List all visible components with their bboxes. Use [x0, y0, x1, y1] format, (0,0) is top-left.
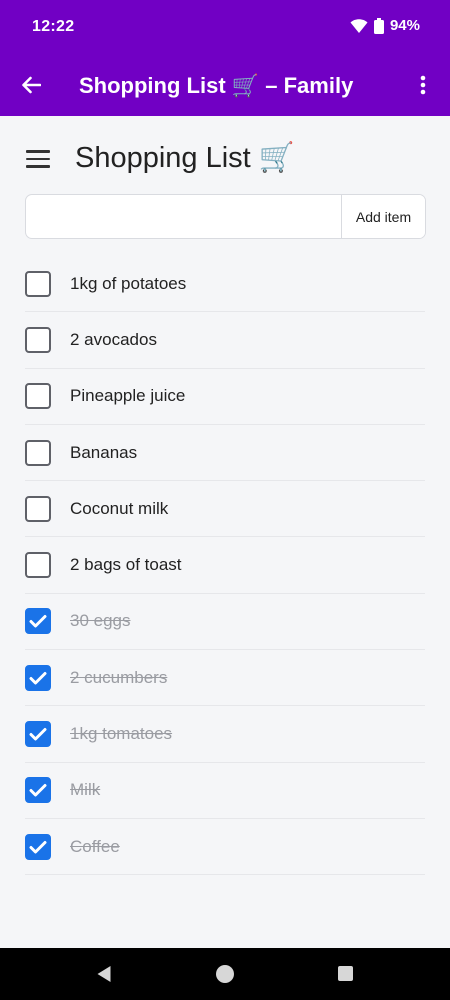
item-label: 2 bags of toast — [70, 555, 182, 575]
item-label: Bananas — [70, 442, 138, 462]
system-nav-bar — [0, 948, 450, 1000]
arrow-left-icon — [22, 76, 41, 94]
battery-icon — [373, 17, 384, 34]
add-item-button[interactable]: Add item — [341, 195, 425, 238]
checkbox-checked[interactable] — [25, 721, 51, 748]
more-options-button[interactable] — [406, 68, 440, 102]
checkmark-icon — [29, 615, 47, 628]
app-bar: Shopping List 🛒 – Family — [0, 54, 450, 116]
list-item[interactable]: 1kg of potatoes — [25, 256, 425, 313]
item-label: 2 cucumbers — [70, 667, 168, 687]
list-item[interactable]: 2 avocados — [25, 312, 425, 369]
item-label: 30 eggs — [70, 611, 131, 631]
checkbox[interactable] — [25, 439, 51, 466]
list-item[interactable]: 2 bags of toast — [25, 537, 425, 594]
list-item[interactable]: 2 cucumbers — [25, 650, 425, 707]
item-label: Pineapple juice — [70, 386, 186, 406]
checkbox[interactable] — [25, 383, 51, 410]
new-item-input[interactable] — [26, 195, 341, 238]
list-item[interactable]: Coconut milk — [25, 481, 425, 538]
battery-percent: 94% — [389, 17, 420, 34]
wifi-icon — [350, 18, 368, 33]
checkbox[interactable] — [25, 270, 51, 297]
item-label: Milk — [70, 780, 101, 800]
checkmark-icon — [29, 840, 47, 854]
list-item[interactable]: Pineapple juice — [25, 369, 425, 425]
checkbox[interactable] — [25, 552, 51, 579]
status-time: 12:22 — [32, 18, 75, 35]
nav-home-button[interactable] — [216, 965, 234, 983]
list-item[interactable]: 1kg tomatoes — [25, 706, 425, 763]
checkmark-icon — [29, 671, 47, 685]
item-label: 1kg of potatoes — [70, 273, 187, 293]
checkbox-checked[interactable] — [25, 608, 51, 635]
shopping-list: 1kg of potatoes 2 avocados Pineapple juice… — [25, 256, 425, 876]
item-label: 2 avocados — [70, 329, 157, 349]
list-item[interactable]: 30 eggs — [25, 594, 425, 651]
add-item-form: Add item — [25, 194, 426, 239]
status-icons: 94% — [350, 17, 420, 34]
back-button[interactable] — [14, 68, 48, 102]
checkbox-checked[interactable] — [25, 664, 51, 691]
checkbox[interactable] — [25, 495, 51, 522]
checkbox[interactable] — [25, 326, 51, 353]
list-item[interactable]: Bananas — [25, 425, 425, 482]
main-content: Shopping List 🛒 Add item 1kg of potatoes… — [0, 116, 450, 948]
menu-icon[interactable] — [26, 146, 56, 172]
item-label: 1kg tomatoes — [70, 724, 173, 744]
list-item[interactable]: Milk — [25, 763, 425, 819]
checkmark-icon — [29, 728, 47, 741]
status-bar: 12:22 94% — [0, 0, 450, 54]
app-bar-title: Shopping List 🛒 – Family — [79, 73, 354, 98]
list-item[interactable]: Coffee — [25, 819, 425, 876]
nav-recents-button[interactable] — [338, 966, 353, 981]
page-title: Shopping List 🛒 — [75, 142, 295, 174]
item-label: Coconut milk — [70, 498, 169, 518]
checkbox-checked[interactable] — [25, 833, 51, 860]
checkbox-checked[interactable] — [25, 777, 51, 804]
nav-back-icon[interactable] — [96, 965, 112, 983]
more-vertical-icon — [420, 75, 426, 95]
item-label: Coffee — [70, 836, 120, 856]
checkmark-icon — [29, 784, 47, 797]
